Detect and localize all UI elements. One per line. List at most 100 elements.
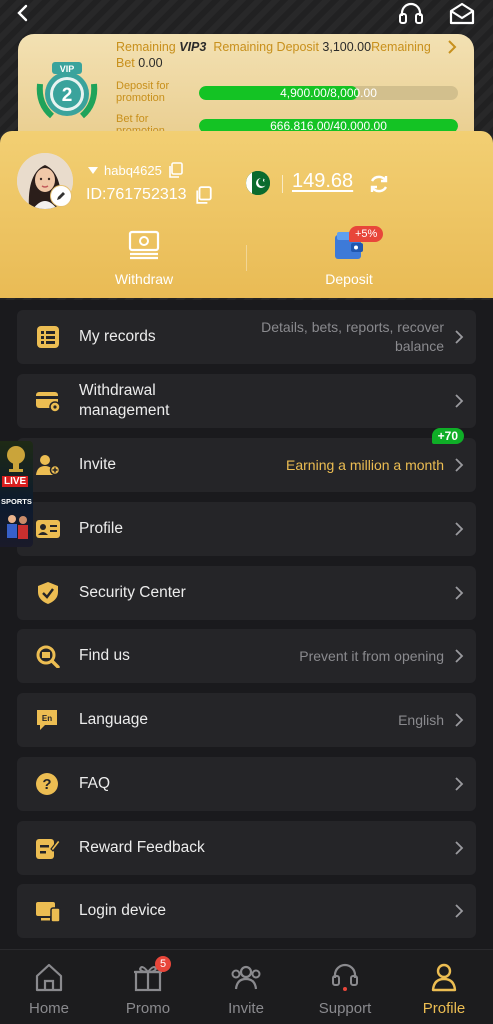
magnifier-icon <box>36 645 60 668</box>
tab-home-label: Home <box>28 1000 69 1017</box>
support-headset-icon <box>332 963 358 991</box>
question-circle-icon: ? <box>36 773 58 795</box>
sports-label: SPORTS <box>1 497 32 506</box>
my-records-hint: Details, bets, reports, recover balance <box>261 319 444 354</box>
language-hint: English <box>398 711 444 728</box>
user-id-row: ID:761752313 <box>86 186 213 204</box>
copy-username-icon[interactable] <box>168 162 184 178</box>
refresh-icon <box>370 175 388 193</box>
trophy-icon <box>7 446 25 472</box>
remaining-bet-label-start: Remaining <box>371 40 431 54</box>
vip-remaining-bet-row: Bet 0.00 <box>116 56 163 70</box>
svg-text:En: En <box>42 714 52 723</box>
vip-card[interactable]: VIP 2 Remaining VIP3 Remaining Deposit 3… <box>18 34 474 144</box>
devices-icon <box>36 902 61 923</box>
vip-badge-text: VIP <box>60 64 75 74</box>
menu-item-profile[interactable]: Profile <box>17 502 476 556</box>
menu-item-withdrawal-management[interactable]: Withdrawal management <box>17 374 476 428</box>
withdraw-label: Withdraw <box>114 271 174 287</box>
chevron-right-icon <box>455 394 464 408</box>
invite-person-icon <box>36 455 61 476</box>
next-vip-level: VIP3 <box>179 40 207 54</box>
balance-separator <box>282 175 283 193</box>
tab-promo[interactable]: Promo 5 <box>108 956 188 1017</box>
remaining-bet-value: 0.00 <box>138 56 163 70</box>
menu-item-language[interactable]: En Language English <box>17 693 476 747</box>
vip-level-badge-icon: VIP 2 <box>36 62 98 119</box>
chevron-right-icon <box>455 330 464 344</box>
menu-item-invite[interactable]: Invite Earning a million a month +70 <box>17 428 476 492</box>
login-device-label: Login device <box>79 902 167 919</box>
invite-reward-badge: +70 <box>431 428 464 444</box>
tab-support-label: Support <box>318 1000 372 1017</box>
menu-item-my-records[interactable]: My records Details, bets, reports, recov… <box>17 310 476 364</box>
support-headset-button[interactable] <box>394 0 428 26</box>
account-panel: habq4625 ID:761752313 149.68 Withdraw De… <box>0 131 493 298</box>
menu-item-security-center[interactable]: Security Center <box>17 566 476 620</box>
menu-item-reward-feedback[interactable]: Reward Feedback <box>17 821 476 875</box>
bottom-tab-bar: Home Promo 5 Invite Support Profile <box>0 949 493 1024</box>
caret-down-icon <box>88 166 98 174</box>
language-chat-icon: En <box>37 710 57 730</box>
profile-label: Profile <box>79 520 123 537</box>
live-sports-ad[interactable]: LIVE SPORTS <box>0 441 33 547</box>
security-center-label: Security Center <box>79 584 186 601</box>
vip-level-number: 2 <box>62 85 73 106</box>
actions-divider <box>246 245 247 271</box>
remaining-label: Remaining <box>116 40 176 54</box>
feedback-edit-icon <box>36 839 61 859</box>
remaining-deposit-label: Remaining Deposit <box>213 40 319 54</box>
people-icon <box>231 965 261 990</box>
chevron-right-icon <box>455 713 464 727</box>
menu-item-find-us[interactable]: Find us Prevent it from opening <box>17 629 476 683</box>
vip-details-chevron[interactable] <box>446 38 458 61</box>
username: habq4625 <box>104 162 162 178</box>
vip-remaining-row: Remaining VIP3 Remaining Deposit 3,100.0… <box>116 40 431 54</box>
tab-promo-label: Promo <box>125 1000 171 1017</box>
deposit-label: Deposit <box>325 271 373 287</box>
my-records-label: My records <box>79 328 156 345</box>
menu-item-login-device[interactable]: Login device <box>17 884 476 938</box>
chevron-right-icon <box>455 841 464 855</box>
header-band: VIP 2 Remaining VIP3 Remaining Deposit 3… <box>0 0 493 300</box>
menu-item-faq[interactable]: ? FAQ <box>17 757 476 811</box>
profile-card-icon <box>36 520 60 538</box>
reward-feedback-label: Reward Feedback <box>79 839 205 856</box>
tab-invite-label: Invite <box>228 1000 264 1017</box>
athletes-icon <box>7 515 28 539</box>
tab-support[interactable]: Support <box>305 962 385 1017</box>
tab-profile[interactable]: Profile <box>404 962 484 1017</box>
deposit-progress-bar: 4,900.00/8,000.00 <box>199 86 458 100</box>
faq-label: FAQ <box>79 775 111 792</box>
balance-amount: 149.68 <box>292 170 354 192</box>
tab-home[interactable]: Home <box>9 962 89 1017</box>
invite-label: Invite <box>79 456 117 473</box>
language-label: Language <box>79 711 148 728</box>
records-list-icon <box>37 326 59 348</box>
avatar-edit-button[interactable] <box>50 185 72 207</box>
withdraw-button[interactable]: Withdraw <box>84 229 204 287</box>
chevron-right-icon <box>455 522 464 536</box>
invite-hint: Earning a million a month <box>286 456 444 473</box>
chevron-right-icon <box>455 586 464 600</box>
chevron-right-icon <box>455 904 464 918</box>
home-icon <box>35 963 63 992</box>
deposit-promotion-label: Deposit for promotion <box>116 80 170 104</box>
find-us-hint: Prevent it from opening <box>299 647 444 664</box>
chevron-right-icon <box>455 458 464 472</box>
pencil-icon <box>57 192 65 200</box>
shield-check-icon <box>38 582 58 604</box>
refresh-balance-button[interactable] <box>368 173 390 200</box>
svg-text:?: ? <box>42 776 51 793</box>
tab-invite[interactable]: Invite <box>206 962 286 1017</box>
deposit-progress-text: 4,900.00/8,000.00 <box>280 86 377 100</box>
back-button[interactable] <box>6 0 40 26</box>
messages-button[interactable] <box>445 0 479 26</box>
promo-count-badge: 5 <box>155 956 171 972</box>
headset-icon <box>399 2 423 24</box>
bet-label: Bet <box>116 56 135 70</box>
profile-person-icon <box>431 963 457 992</box>
copy-id-icon[interactable] <box>195 186 213 204</box>
user-id: ID:761752313 <box>86 186 187 203</box>
chevron-right-icon <box>455 649 464 663</box>
